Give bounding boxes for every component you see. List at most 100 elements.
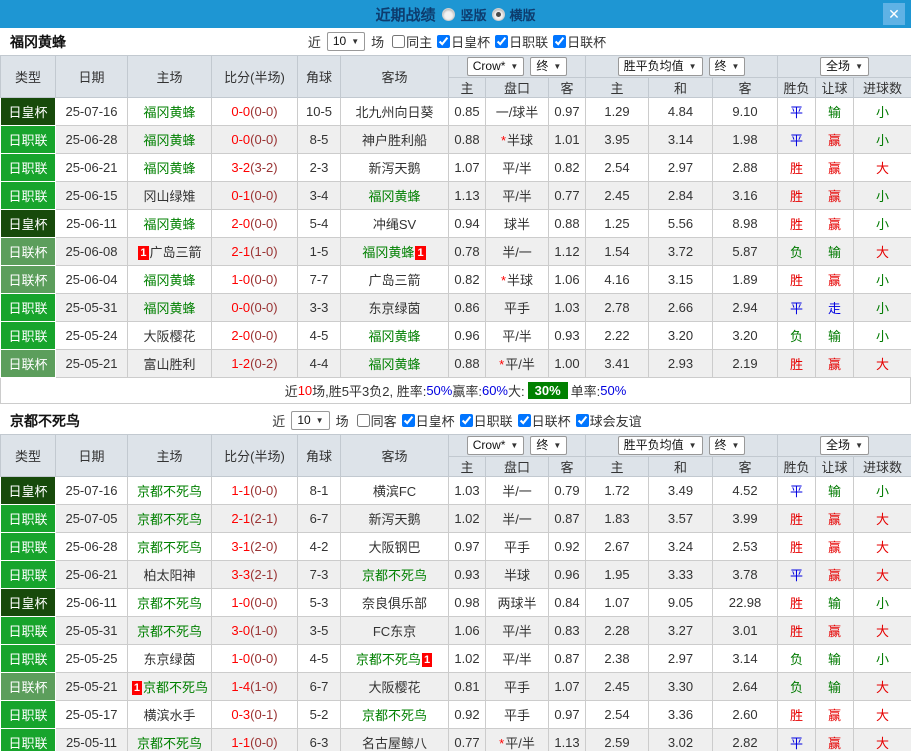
league-filter-label: 日职联: [473, 414, 513, 429]
same-venue-checkbox[interactable]: [356, 414, 370, 427]
away-odds: 0.97: [548, 97, 586, 126]
results-table: 类型 日期 主场 比分(半场) 角球 客场 Crow* ▼ 终 ▼ 胜平负均值 ▼ 终 ▼ 全场 ▼ 主盘口客主…: [0, 55, 911, 378]
avg-state-dropdown[interactable]: 终 ▼: [708, 57, 746, 76]
handicap-result-cell: 赢: [815, 153, 855, 182]
league-checkbox[interactable]: [401, 414, 415, 427]
league-filter[interactable]: 日皇杯: [437, 32, 490, 51]
league-type-cell: 日联杯: [0, 349, 56, 378]
league-checkbox[interactable]: [495, 35, 509, 48]
handicap-text: 半球: [507, 273, 534, 288]
away-odds: 0.84: [548, 588, 586, 617]
away-team-name: 东京绿茵: [368, 301, 421, 316]
league-type-cell: 日职联: [0, 153, 56, 182]
league-filter[interactable]: 日职联: [495, 32, 548, 51]
league-type-cell: 日职联: [0, 293, 56, 322]
league-type-cell: 日联杯: [0, 265, 56, 294]
league-filter[interactable]: 日皇杯: [401, 411, 455, 430]
scope-dropdown[interactable]: 全场 ▼: [820, 57, 869, 76]
close-icon[interactable]: ✕: [883, 3, 905, 25]
league-filter[interactable]: 日职联: [459, 411, 513, 430]
halftime-score: (0-0): [250, 483, 278, 498]
same-venue-filter[interactable]: 同主: [392, 32, 432, 51]
avg-away-odds: 5.87: [711, 237, 779, 266]
handicap-text: 平/半: [502, 329, 532, 344]
league-filter[interactable]: 球会友谊: [575, 411, 642, 430]
league-filter[interactable]: 日联杯: [553, 32, 606, 51]
fulltime-score: 1-1: [231, 735, 251, 750]
avg-home-odds: 1.07: [585, 588, 649, 617]
away-team-name: 福冈黄蜂: [362, 245, 415, 260]
match-result-cell-text: 平: [790, 736, 804, 751]
match-result-cell: 胜: [777, 209, 817, 238]
away-team: 横滨FC: [340, 476, 449, 505]
avg-dropdown[interactable]: 胜平负均值 ▼: [617, 436, 703, 455]
away-odds: 0.83: [548, 616, 586, 645]
league-checkbox[interactable]: [553, 35, 567, 48]
avg-draw-odds: 3.72: [648, 237, 713, 266]
odds-state-dropdown[interactable]: 终 ▼: [530, 436, 568, 455]
match-row: 日皇杯 25-06-11 福冈黄蜂 2-0(0-0) 5-4 冲绳SV 0.94 球半 0.88…: [0, 209, 911, 238]
fulltime-score: 0-0: [231, 300, 251, 315]
handicap-text: 平手: [503, 301, 530, 316]
match-count-select[interactable]: 10 ▼: [291, 411, 330, 430]
team-name: 京都不死鸟: [10, 412, 80, 429]
handicap-text: 两球半: [497, 596, 537, 611]
home-team-name: 广岛三箭: [149, 245, 202, 260]
column-header: 比分(半场): [211, 434, 298, 477]
odds-dropdown[interactable]: Crow* ▼: [466, 57, 525, 76]
filter-controls: 近 10 ▼ 场 同主 日皇杯 日职联 日联杯: [305, 32, 606, 51]
avg-away-odds: 22.98: [711, 588, 779, 617]
chevron-down-icon: ▼: [553, 441, 562, 450]
avg-home-odds: 1.83: [585, 504, 649, 533]
corner-cell: 7-3: [297, 560, 341, 589]
handicap-result-cell: 赢: [815, 728, 855, 751]
fulltime-score: 1-1: [231, 483, 251, 498]
handicap-cell: *平/半: [485, 349, 549, 378]
summary-segment: 单率:: [570, 384, 601, 399]
league-checkbox[interactable]: [459, 414, 473, 427]
goals-result-cell: 小: [853, 265, 911, 294]
home-odds: 1.13: [448, 181, 486, 210]
avg-dropdown[interactable]: 胜平负均值 ▼: [617, 57, 703, 76]
fulltime-score: 0-3: [231, 707, 251, 722]
league-checkbox[interactable]: [575, 414, 589, 427]
league-filter-label: 日皇杯: [451, 35, 491, 50]
handicap-result-cell-text: 赢: [828, 708, 842, 723]
scope-dropdown[interactable]: 全场 ▼: [820, 436, 869, 455]
home-odds: 0.98: [448, 588, 486, 617]
match-row: 日职联 25-06-15 冈山绿雉 0-1(0-0) 3-4 福冈黄蜂 1.13 平/半 0.7…: [0, 181, 911, 210]
odds-dropdown[interactable]: Crow* ▼: [466, 436, 525, 455]
avg-draw-odds: 9.05: [648, 588, 713, 617]
corner-cell: 5-2: [297, 700, 341, 729]
radio-vertical[interactable]: [442, 7, 456, 21]
handicap-text: 平/半: [505, 736, 535, 751]
fulltime-score: 3-1: [231, 539, 251, 554]
home-odds: 0.92: [448, 700, 486, 729]
league-filter[interactable]: 日联杯: [517, 411, 571, 430]
league-checkbox[interactable]: [437, 35, 451, 48]
odds-state-dropdown[interactable]: 终 ▼: [530, 57, 568, 76]
summary-segment: 60%: [481, 383, 508, 398]
fulltime-score: 1-4: [231, 679, 251, 694]
handicap-text: 平/半: [502, 161, 532, 176]
column-header: 日期: [55, 55, 128, 98]
home-team-name: 福冈黄蜂: [143, 161, 196, 176]
chevron-down-icon: ▼: [553, 62, 562, 71]
radio-vertical-label[interactable]: 竖版: [460, 5, 486, 24]
scope-dropdown-value: 全场: [826, 59, 851, 73]
match-date: 25-06-28: [55, 532, 128, 561]
league-checkbox[interactable]: [517, 414, 531, 427]
handicap-change-star: *: [500, 133, 507, 148]
handicap-result-cell-text: 赢: [828, 273, 842, 288]
match-date: 25-07-16: [55, 97, 128, 126]
match-count-select[interactable]: 10 ▼: [326, 32, 366, 51]
match-date: 25-05-11: [55, 728, 128, 751]
odds-group-header: Crow* ▼ 终 ▼: [448, 434, 586, 457]
same-venue-filter[interactable]: 同客: [356, 411, 397, 430]
avg-home-odds: 1.29: [585, 97, 649, 126]
radio-horizontal-label[interactable]: 横版: [510, 5, 536, 24]
radio-horizontal[interactable]: [491, 7, 505, 21]
same-venue-checkbox[interactable]: [392, 35, 406, 48]
handicap-result-cell-text: 赢: [828, 217, 842, 232]
avg-state-dropdown[interactable]: 终 ▼: [708, 436, 746, 455]
